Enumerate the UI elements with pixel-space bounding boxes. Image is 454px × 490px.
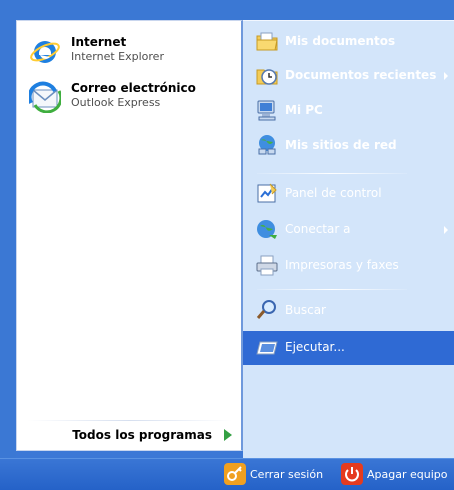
my-computer-icon [255, 98, 279, 122]
pinned-internet-subtitle: Internet Explorer [71, 50, 164, 63]
control-panel-icon [255, 181, 279, 205]
separator [257, 289, 407, 290]
pinned-internet-title: Internet [71, 35, 127, 49]
all-programs-label: Todos los programas [72, 428, 212, 442]
menu-item-label: Impresoras y faxes [285, 258, 399, 272]
separator [257, 173, 407, 174]
menu-item-my-documents[interactable]: Mis documentos [243, 25, 454, 59]
menu-item-control-panel[interactable]: Panel de control [243, 177, 454, 211]
outlook-express-icon [27, 81, 63, 114]
pinned-email-subtitle: Outlook Express [71, 96, 161, 109]
menu-item-run[interactable]: Ejecutar... [243, 331, 454, 365]
run-icon [255, 335, 279, 359]
key-icon [224, 463, 246, 485]
all-programs-button[interactable]: Todos los programas [17, 420, 242, 450]
menu-item-label: Buscar [285, 303, 326, 317]
printers-faxes-icon [255, 253, 279, 277]
top-strip [0, 0, 454, 20]
bottom-bar: Cerrar sesión Apagar equipo [0, 458, 454, 490]
menu-item-label: Documentos recientes [285, 68, 437, 82]
my-documents-icon [255, 29, 279, 53]
green-arrow-icon [224, 429, 232, 441]
pinned-email[interactable]: Correo electrónico Outlook Express [17, 77, 242, 117]
menu-item-search[interactable]: Buscar [243, 294, 454, 328]
submenu-arrow-icon [444, 226, 448, 234]
menu-item-label: Mis documentos [285, 34, 396, 48]
menu-item-label: Mis sitios de red [285, 138, 397, 152]
left-strip [0, 0, 16, 458]
submenu-arrow-icon [444, 72, 448, 80]
menu-item-network-places[interactable]: Mis sitios de red [243, 129, 454, 163]
recent-documents-icon [255, 63, 279, 87]
menu-item-my-computer[interactable]: Mi PC [243, 94, 454, 128]
menu-item-label: Ejecutar... [285, 340, 345, 354]
pinned-email-title: Correo electrónico [71, 81, 196, 95]
left-panel: Internet Internet Explorer Correo electr… [16, 20, 243, 451]
power-icon [341, 463, 363, 485]
right-panel: Mis documentos Documentos recientes Mi P… [243, 20, 454, 458]
shutdown-label: Apagar equipo [367, 468, 448, 481]
connect-to-icon [255, 217, 279, 241]
menu-item-recent-documents[interactable]: Documentos recientes [243, 59, 454, 93]
my-network-places-icon [255, 133, 279, 157]
start-menu: Internet Internet Explorer Correo electr… [0, 0, 454, 490]
menu-item-label: Mi PC [285, 103, 323, 117]
pinned-internet[interactable]: Internet Internet Explorer [17, 31, 242, 71]
menu-item-label: Conectar a [285, 222, 351, 236]
internet-explorer-icon [29, 35, 61, 67]
menu-item-printers-faxes[interactable]: Impresoras y faxes [243, 249, 454, 283]
search-icon [255, 298, 279, 322]
logoff-label: Cerrar sesión [250, 468, 324, 481]
menu-item-label: Panel de control [285, 186, 382, 200]
all-programs-separator [27, 420, 232, 421]
menu-item-connect-to[interactable]: Conectar a [243, 213, 454, 247]
